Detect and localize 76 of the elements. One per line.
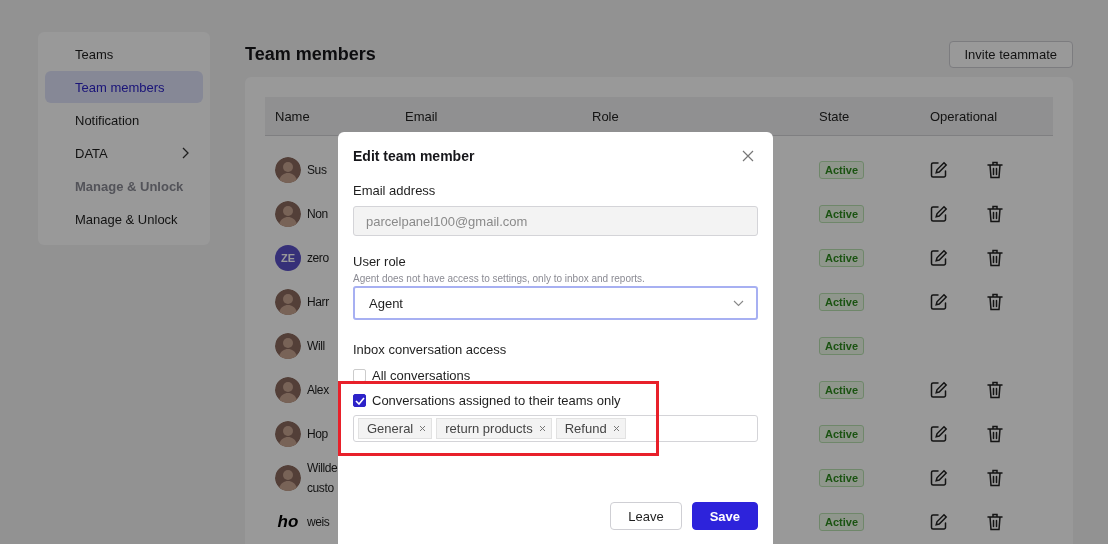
status-badge: Active [819, 249, 865, 267]
checkbox[interactable] [353, 394, 366, 407]
avatar-icon [275, 333, 301, 359]
sidebar-item[interactable]: Manage & Unlock [45, 203, 203, 235]
member-name: Non [307, 206, 328, 223]
edit-icon[interactable] [930, 381, 948, 399]
member-name: zero [307, 250, 329, 267]
page-title: Team members [245, 44, 376, 65]
edit-icon[interactable] [930, 161, 948, 179]
avatar-icon [275, 421, 301, 447]
member-name: weis [307, 514, 330, 531]
close-icon[interactable] [742, 150, 754, 162]
checkbox-label: Conversations assigned to their teams only [372, 393, 621, 408]
sidebar-item[interactable]: DATA [45, 137, 203, 169]
member-name: Sus [307, 162, 327, 179]
column-header: Role [592, 108, 620, 124]
avatar-icon [275, 377, 301, 403]
column-header: Name [274, 108, 311, 124]
sidebar-item[interactable]: Notification [45, 104, 203, 136]
leave-button[interactable]: Leave [610, 502, 682, 530]
status-badge: Active [819, 293, 865, 311]
member-name: Harr [307, 294, 329, 311]
field-label: Email address [353, 183, 437, 198]
trash-icon[interactable] [987, 425, 1003, 443]
team-tags-field[interactable]: General return products Refund [353, 415, 758, 442]
column-header: Operational [930, 108, 998, 124]
edit-icon[interactable] [930, 469, 948, 487]
status-badge: Active [819, 425, 865, 443]
trash-icon[interactable] [987, 293, 1003, 311]
status-badge: Active [819, 381, 865, 399]
trash-icon[interactable] [987, 381, 1003, 399]
sidebar-item[interactable]: Team members [45, 71, 203, 103]
remove-icon[interactable] [419, 425, 427, 432]
checkbox-label: All conversations [372, 368, 471, 383]
chevron-right-icon [181, 147, 189, 159]
status-badge: Active [819, 513, 865, 531]
remove-icon[interactable] [538, 425, 546, 432]
member-name: Willde custo [307, 460, 338, 497]
sidebar-item[interactable]: Teams [45, 38, 203, 70]
member-name: Hop [307, 426, 328, 443]
field-label: Inbox conversation access [353, 342, 508, 357]
status-badge: Active [819, 161, 865, 179]
avatar-icon [275, 465, 301, 491]
tag-label: return products [445, 421, 533, 436]
member-name: Alex [307, 382, 329, 399]
avatar-logo: ho [276, 511, 300, 533]
edit-icon[interactable] [930, 513, 948, 531]
column-header: State [819, 108, 851, 124]
avatar-icon [275, 157, 301, 183]
status-badge: Active [819, 205, 865, 223]
trash-icon[interactable] [987, 205, 1003, 223]
tag-label: Refund [564, 421, 607, 436]
member-name: Will [307, 338, 325, 355]
role-select[interactable]: Agent [353, 286, 758, 320]
avatar-icon [275, 201, 301, 227]
trash-icon[interactable] [987, 249, 1003, 267]
field-hint: Agent does not have access to settings, only to inbox and reports. [353, 273, 646, 284]
status-badge: Active [819, 469, 865, 487]
trash-icon[interactable] [987, 513, 1003, 531]
tag-label: General [367, 421, 414, 436]
avatar: ZE [275, 245, 301, 271]
chevron-down-icon [733, 299, 744, 307]
avatar-icon [275, 289, 301, 315]
status-badge: Active [819, 337, 865, 355]
trash-icon[interactable] [987, 161, 1003, 179]
edit-icon[interactable] [930, 425, 948, 443]
remove-icon[interactable] [612, 425, 620, 432]
column-header: Email [405, 108, 439, 124]
edit-icon[interactable] [930, 249, 948, 267]
field-label: User role [353, 254, 407, 269]
invite-button[interactable]: Invite teammate [948, 41, 1073, 68]
edit-icon[interactable] [930, 205, 948, 223]
edit-icon[interactable] [930, 293, 948, 311]
trash-icon[interactable] [987, 469, 1003, 487]
save-button[interactable]: Save [691, 502, 758, 530]
dialog-title: Edit team member [353, 148, 475, 164]
